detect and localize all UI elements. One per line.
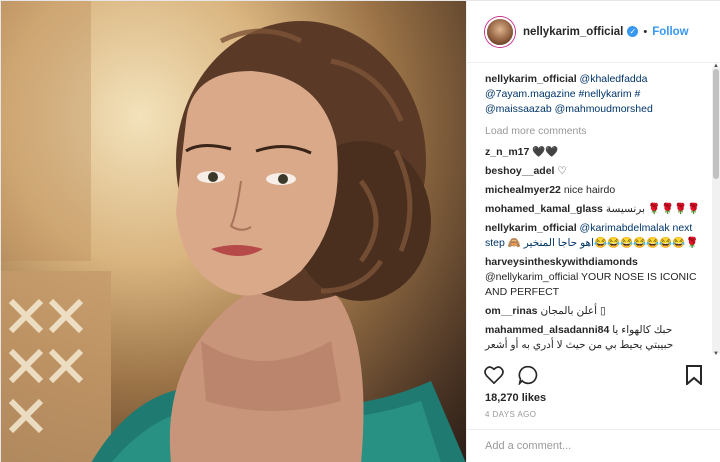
like-heart-icon[interactable]: [483, 364, 505, 386]
action-bar: [467, 359, 720, 387]
comment-username[interactable]: om__rinas: [485, 305, 538, 317]
portrait-illustration: [1, 1, 466, 462]
comment-item: mohamed_kamal_glass برنسيسة 🌹🌹🌹🌹: [485, 202, 701, 217]
comments-scrollbar[interactable]: ▲ ▼: [712, 63, 720, 357]
comment-text: 🖤🖤: [532, 146, 559, 158]
add-comment-bar: [467, 429, 720, 462]
post-header: nellykarim_official ✓ • Follow: [467, 1, 720, 63]
caption: nellykarim_official @khaledfadda @7ayam.…: [485, 72, 701, 117]
avatar[interactable]: [485, 16, 515, 47]
comment-text: ♡: [557, 165, 567, 177]
comment-text: أعلن بالمجان ▯: [540, 305, 606, 317]
comment-item: om__rinas أعلن بالمجان ▯: [485, 304, 701, 319]
comment-username[interactable]: beshoy__adel: [485, 165, 554, 177]
follow-button[interactable]: Follow: [652, 26, 688, 38]
header-separator: •: [643, 25, 648, 38]
comment-username[interactable]: nellykarim_official: [485, 222, 577, 234]
comment-username[interactable]: mohamed_kamal_glass: [485, 203, 603, 215]
load-more-comments-button[interactable]: Load more comments: [485, 125, 701, 137]
comment-text: برنسيسة 🌹🌹🌹🌹: [605, 203, 701, 215]
comment-item: mahammed_alsadanni84 حبك كالهواء يا حبيب…: [485, 323, 701, 353]
comment-text: nice hairdo: [563, 184, 616, 196]
header-username[interactable]: nellykarim_official: [523, 26, 623, 38]
comment-username[interactable]: mahammed_alsadanni84: [485, 324, 609, 336]
likes-count[interactable]: 18,270 likes: [485, 392, 546, 404]
comment-item: z_n_m17 🖤🖤: [485, 145, 701, 160]
instagram-post-window: nellykarim_official ✓ • Follow nellykari…: [0, 0, 720, 462]
comment-text: @nellykarim_official YOUR NOSE IS ICONIC…: [485, 271, 697, 298]
comment-username[interactable]: z_n_m17: [485, 146, 529, 158]
caption-username[interactable]: nellykarim_official: [485, 73, 577, 85]
comment-username[interactable]: harveysintheskywithdiamonds: [485, 256, 638, 268]
post-sidebar: nellykarim_official ✓ • Follow nellykari…: [466, 1, 720, 462]
add-comment-input[interactable]: [485, 440, 703, 452]
post-timestamp: 4 DAYS AGO: [485, 410, 537, 419]
comments-list: nellykarim_official @khaledfadda @7ayam.…: [467, 64, 720, 356]
bookmark-icon[interactable]: [683, 364, 705, 386]
comment-item: michealmyer22 nice hairdo: [485, 183, 701, 198]
scrollbar-thumb[interactable]: [713, 69, 719, 179]
post-photo[interactable]: [1, 1, 466, 462]
comment-item: harveysintheskywithdiamonds @nellykarim_…: [485, 255, 701, 300]
comment-bubble-icon[interactable]: [517, 364, 539, 386]
comment-username[interactable]: michealmyer22: [485, 184, 561, 196]
comment-item: nellykarim_official @karimabdelmalak nex…: [485, 221, 701, 251]
comment-item: beshoy__adel ♡: [485, 164, 701, 179]
scroll-down-arrow-icon[interactable]: ▼: [712, 351, 720, 357]
verified-badge-icon: ✓: [627, 26, 639, 37]
